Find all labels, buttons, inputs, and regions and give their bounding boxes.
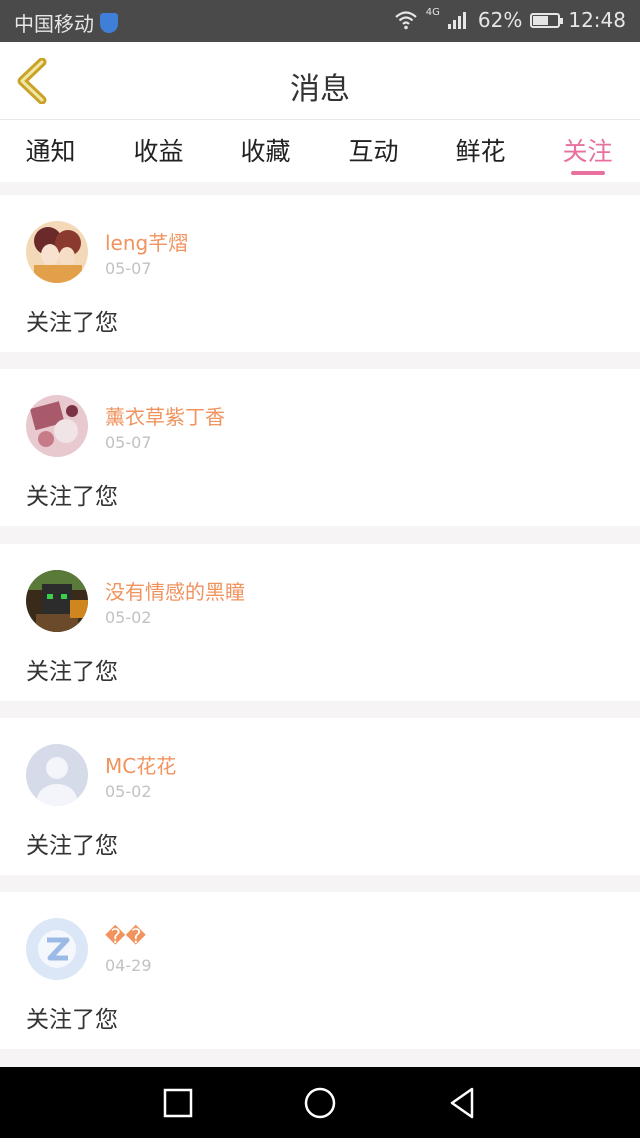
message-text: 关注了您 <box>26 1007 118 1033</box>
active-tab-indicator <box>571 171 605 175</box>
list-item[interactable]: leng芊熠 05-07 关注了您 <box>0 195 640 352</box>
circle-icon[interactable] <box>302 1085 338 1121</box>
message-text: 关注了您 <box>26 833 118 859</box>
avatar[interactable] <box>26 570 88 632</box>
list-item[interactable]: 薰衣草紫丁香 05-07 关注了您 <box>0 369 640 526</box>
avatar[interactable] <box>26 221 88 283</box>
avatar[interactable] <box>26 918 88 980</box>
navigation-bar <box>0 1067 640 1138</box>
status-left: 中国移动 <box>14 8 118 37</box>
status-right: 4G 62% 12:48 <box>394 6 626 32</box>
tab-earnings[interactable]: 收益 <box>105 132 212 168</box>
avatar[interactable] <box>26 395 88 457</box>
battery-percent: 62% <box>477 8 523 32</box>
message-date: 05-07 <box>105 433 152 452</box>
tab-flowers[interactable]: 鲜花 <box>427 132 534 168</box>
message-date: 05-02 <box>105 782 152 801</box>
wifi-icon <box>395 11 417 30</box>
triangle-back-icon[interactable] <box>444 1085 480 1121</box>
tab-favorites[interactable]: 收藏 <box>212 132 319 168</box>
message-text: 关注了您 <box>26 484 118 510</box>
username[interactable]: MC花花 <box>105 750 176 779</box>
message-date: 04-29 <box>105 956 152 975</box>
message-text: 关注了您 <box>26 659 118 685</box>
signal-icon <box>447 12 466 29</box>
message-date: 05-07 <box>105 259 152 278</box>
username[interactable]: 没有情感的黑瞳 <box>105 576 245 605</box>
tab-following[interactable]: 关注 <box>534 132 640 168</box>
message-date: 05-02 <box>105 608 152 627</box>
battery-icon <box>530 12 564 28</box>
network-type: 4G <box>425 6 440 18</box>
list-item[interactable]: 没有情感的黑瞳 05-02 关注了您 <box>0 544 640 701</box>
list-item[interactable]: MC花花 05-02 关注了您 <box>0 718 640 875</box>
message-text: 关注了您 <box>26 310 118 336</box>
carrier-label: 中国移动 <box>14 12 94 36</box>
page-title: 消息 <box>290 72 350 107</box>
shield-icon <box>100 12 118 33</box>
clock: 12:48 <box>568 8 626 32</box>
list-item[interactable]: �� 04-29 关注了您 <box>0 892 640 1049</box>
username[interactable]: 薰衣草紫丁香 <box>105 401 225 430</box>
tab-interactions[interactable]: 互动 <box>320 132 427 168</box>
avatar[interactable] <box>26 744 88 806</box>
username[interactable]: leng芊熠 <box>105 227 188 256</box>
status-bar: 中国移动 4G 62% 12:48 <box>0 0 640 42</box>
square-icon[interactable] <box>160 1085 196 1121</box>
username[interactable]: �� <box>105 924 146 948</box>
tab-bar: 通知 收益 收藏 互动 鲜花 关注 <box>0 120 640 182</box>
app-header: 消息 <box>0 42 640 120</box>
tab-notifications[interactable]: 通知 <box>0 132 104 168</box>
